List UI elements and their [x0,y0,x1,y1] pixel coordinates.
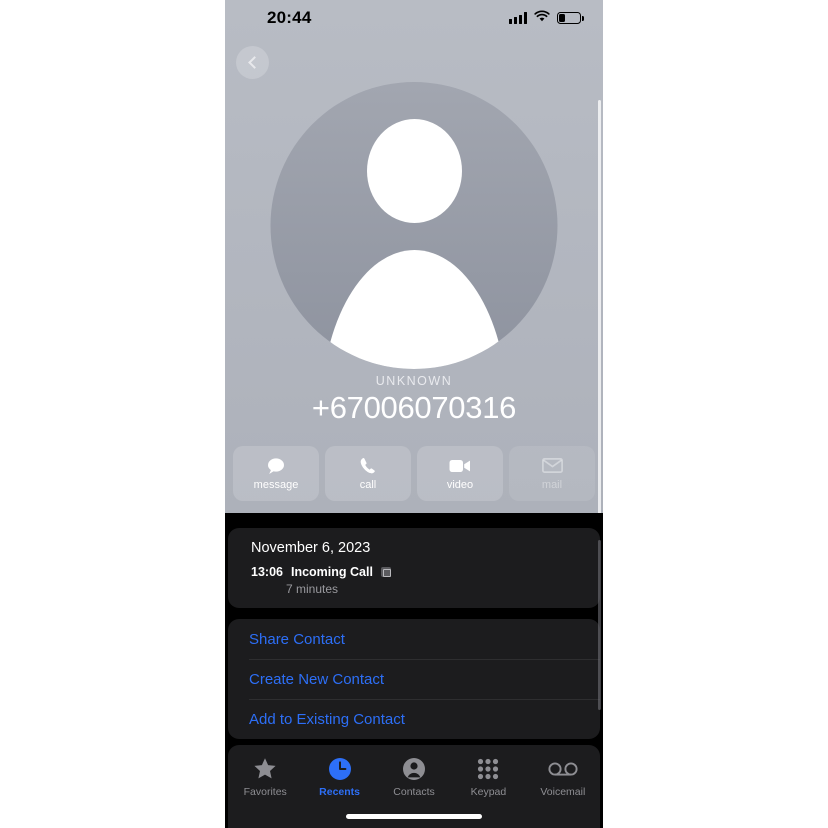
tab-label: Recents [319,786,361,798]
call-history-type: Incoming Call [290,565,373,579]
contact-phone-number: +67006070316 [311,390,517,425]
keypad-dots-icon [477,756,499,781]
menu-item-create-new-contact[interactable]: Create New Contact [228,659,600,699]
sim-card-icon [380,567,391,577]
mail-action-button: mail [509,446,595,501]
menu-item-label: Share Contact [249,630,345,648]
contact-actions-menu: Share Contact Create New Contact Add to … [228,619,600,739]
call-history-card: November 6, 2023 13:06 Incoming Call 7 m… [228,528,600,608]
avatar [270,82,558,369]
call-action-label: call [359,479,377,491]
tab-label: Keypad [470,786,507,798]
phone-viewport: 20:44 UNKNOWN +67006070316 message call … [225,0,603,828]
avatar-body-shape [321,250,507,369]
call-history-row: 13:06 Incoming Call [251,565,577,579]
tab-favorites[interactable]: Favorites [228,756,302,798]
message-action-button[interactable]: message [233,446,319,501]
tab-contacts[interactable]: Contacts [377,756,451,798]
quick-actions-row: message call video mail [233,446,595,501]
scrollbar-thumb-lower[interactable] [598,540,601,710]
wifi-icon [534,9,550,27]
tab-label: Favorites [243,786,287,798]
tab-label: Voicemail [540,786,586,798]
screenshot-root: 20:44 UNKNOWN +67006070316 message call … [0,0,828,828]
cellular-bars-icon [509,12,527,24]
video-action-label: video [446,479,474,491]
message-bubble-icon [265,456,287,475]
chevron-left-icon [247,56,261,69]
home-indicator[interactable] [346,814,482,819]
message-action-label: message [253,479,299,491]
status-bar-clock: 20:44 [267,8,312,27]
envelope-icon [541,456,563,475]
tab-recents[interactable]: Recents [302,756,376,798]
call-history-time: 13:06 [251,565,283,579]
tab-voicemail[interactable]: Voicemail [526,756,600,798]
battery-low-icon [557,12,584,24]
avatar-head-shape [366,119,462,223]
menu-item-add-to-existing-contact[interactable]: Add to Existing Contact [228,699,600,739]
tab-label: Contacts [393,786,435,798]
tab-bar: Favorites Recents Contacts Keypad Voicem… [228,745,600,828]
star-icon [253,756,277,781]
mail-action-label: mail [541,479,563,491]
contact-header-panel: 20:44 UNKNOWN +67006070316 message call … [225,0,603,530]
status-bar: 20:44 [225,0,603,36]
status-bar-icons [509,9,584,27]
call-history-duration: 7 minutes [286,582,339,596]
tab-keypad[interactable]: Keypad [451,756,525,798]
video-action-button[interactable]: video [417,446,503,501]
back-button[interactable] [236,46,269,79]
voicemail-icon [548,756,578,781]
call-action-button[interactable]: call [325,446,411,501]
clock-icon [328,756,352,781]
phone-handset-icon [357,456,379,475]
call-history-date: November 6, 2023 [251,540,371,556]
menu-item-label: Add to Existing Contact [249,710,405,728]
scrollbar-thumb[interactable] [598,100,601,530]
person-icon [402,756,426,781]
menu-item-share-contact[interactable]: Share Contact [228,619,600,659]
menu-item-label: Create New Contact [249,670,385,688]
video-camera-icon [449,456,471,475]
contact-name-label: UNKNOWN [375,374,453,388]
